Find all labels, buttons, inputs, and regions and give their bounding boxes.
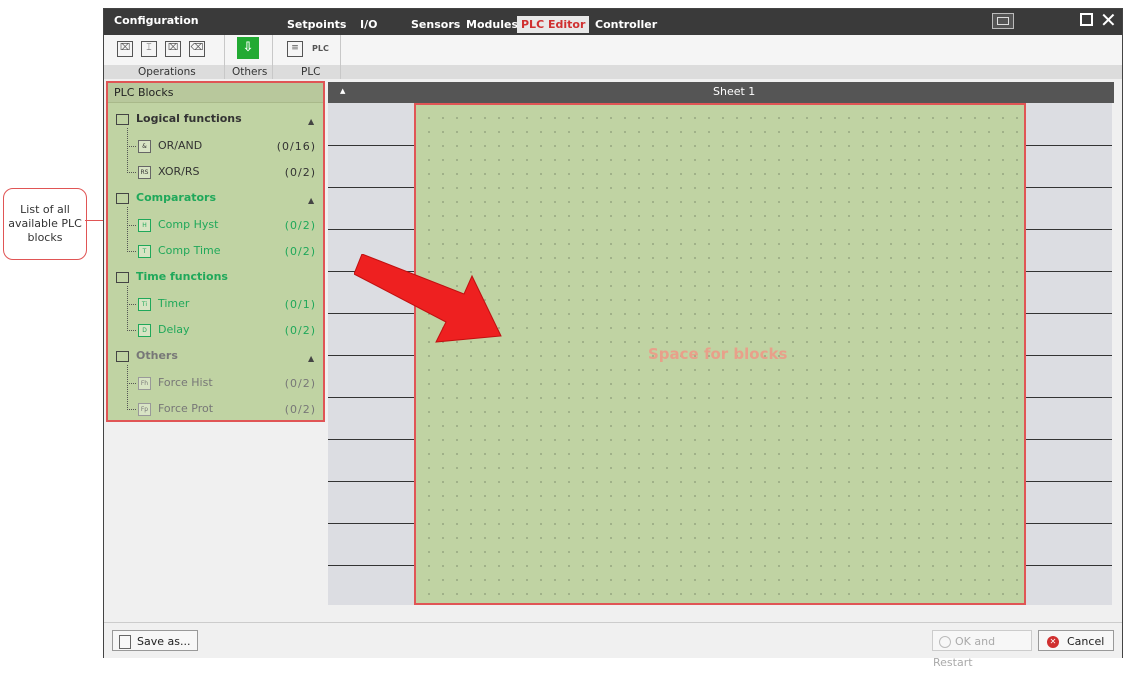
block-count: (0/2) bbox=[284, 377, 316, 390]
plc-blocks-panel: PLC Blocks Logical functions ▲ & OR/AND (… bbox=[106, 81, 325, 422]
group-label: Comparators bbox=[136, 191, 217, 204]
group-label-plc: PLC bbox=[301, 66, 321, 78]
group-label: Time functions bbox=[136, 270, 228, 283]
remove-icon[interactable]: ⌧ bbox=[165, 41, 181, 57]
cancel-icon: ✕ bbox=[1047, 636, 1059, 648]
others-icon[interactable]: ⇩ bbox=[237, 37, 259, 59]
block-count: (0/2) bbox=[284, 324, 316, 337]
tab-io[interactable]: I/O bbox=[360, 18, 377, 31]
ok-icon bbox=[939, 636, 951, 648]
save-label: Save as... bbox=[137, 635, 191, 648]
delete-icon[interactable]: ⌫ bbox=[189, 41, 205, 57]
block-icon: D bbox=[138, 323, 151, 337]
block-force-hist[interactable]: Fh Force Hist bbox=[138, 376, 213, 390]
block-icon: H bbox=[138, 218, 151, 232]
group-comparators[interactable]: Comparators bbox=[116, 191, 216, 204]
block-count: (0/16) bbox=[276, 140, 316, 153]
bottom-bar: Save as... OK and Restart ✕ Cancel bbox=[104, 622, 1122, 669]
group-label: Others bbox=[136, 349, 178, 362]
callout-text: List of all available PLC blocks bbox=[8, 203, 82, 244]
callout-box: List of all available PLC blocks bbox=[3, 188, 87, 260]
tab-plc-editor[interactable]: PLC Editor bbox=[517, 16, 590, 33]
block-comp-hyst[interactable]: H Comp Hyst bbox=[138, 218, 218, 232]
window-title: Configuration bbox=[114, 14, 199, 27]
block-label: OR/AND bbox=[158, 139, 203, 152]
block-label: Timer bbox=[158, 297, 190, 310]
close-icon[interactable]: ✕ bbox=[1100, 9, 1117, 31]
title-bar: Configuration Setpoints I/O Sensors Modu… bbox=[104, 9, 1122, 35]
toolbar: ⌧ ⌶ ⌧ ⌫ ⇩ ≡ PLC bbox=[104, 35, 1122, 65]
sheet-header: ▲ Sheet 1 bbox=[328, 82, 1114, 103]
save-icon bbox=[119, 635, 131, 649]
cancel-button[interactable]: ✕ Cancel bbox=[1038, 630, 1114, 651]
block-timer[interactable]: Ti Timer bbox=[138, 297, 189, 311]
tab-sensors[interactable]: Sensors bbox=[411, 18, 460, 31]
restore-icon[interactable] bbox=[992, 13, 1014, 29]
folder-icon bbox=[116, 113, 129, 125]
tab-controller[interactable]: Controller bbox=[595, 18, 657, 31]
collapse-icon[interactable]: ▲ bbox=[308, 117, 314, 126]
block-count: (0/1) bbox=[284, 298, 316, 311]
maximize-icon[interactable] bbox=[1080, 13, 1093, 26]
block-delay[interactable]: D Delay bbox=[138, 323, 190, 337]
block-icon: Fp bbox=[138, 402, 151, 416]
tab-setpoints[interactable]: Setpoints bbox=[287, 18, 346, 31]
block-icon: T bbox=[138, 244, 151, 258]
group-others[interactable]: Others bbox=[116, 349, 178, 362]
block-label: Force Prot bbox=[158, 402, 214, 415]
add-block-icon[interactable]: ⌧ bbox=[117, 41, 133, 57]
collapse-icon[interactable]: ▲ bbox=[340, 87, 345, 95]
insert-icon[interactable]: ⌶ bbox=[141, 41, 157, 57]
block-label: Comp Time bbox=[158, 244, 221, 257]
block-count: (0/2) bbox=[284, 403, 316, 416]
save-as-button[interactable]: Save as... bbox=[112, 630, 198, 651]
block-icon: RS bbox=[138, 165, 151, 179]
block-label: XOR/RS bbox=[158, 165, 200, 178]
space-label: Space for blocks bbox=[648, 345, 788, 363]
toolbar-separator bbox=[224, 35, 225, 79]
block-count: (0/2) bbox=[284, 219, 316, 232]
folder-icon bbox=[116, 271, 129, 283]
group-logical-functions[interactable]: Logical functions bbox=[116, 112, 242, 125]
block-force-prot[interactable]: Fp Force Prot bbox=[138, 402, 213, 416]
block-label: Delay bbox=[158, 323, 190, 336]
red-arrow-icon bbox=[354, 254, 502, 343]
block-icon: & bbox=[138, 139, 151, 153]
group-label: Logical functions bbox=[136, 112, 242, 125]
block-label: Comp Hyst bbox=[158, 218, 219, 231]
block-label: Force Hist bbox=[158, 376, 213, 389]
block-count: (0/2) bbox=[284, 245, 316, 258]
folder-icon bbox=[116, 192, 129, 204]
toolbar-separator bbox=[272, 35, 273, 79]
sheet-title: Sheet 1 bbox=[713, 85, 756, 98]
output-column bbox=[1026, 103, 1112, 605]
tab-modules[interactable]: Modules bbox=[466, 18, 518, 31]
collapse-icon[interactable]: ▲ bbox=[308, 354, 314, 363]
block-comp-time[interactable]: T Comp Time bbox=[138, 244, 221, 258]
list-icon[interactable]: ≡ bbox=[287, 41, 303, 57]
plc-check-icon[interactable]: PLC bbox=[312, 41, 329, 57]
folder-icon bbox=[116, 350, 129, 362]
block-or-and[interactable]: & OR/AND bbox=[138, 139, 202, 153]
group-label-others: Others bbox=[232, 66, 268, 78]
toolbar-separator bbox=[340, 35, 341, 79]
configuration-window: Configuration Setpoints I/O Sensors Modu… bbox=[103, 8, 1123, 669]
block-count: (0/2) bbox=[284, 166, 316, 179]
group-time-functions[interactable]: Time functions bbox=[116, 270, 228, 283]
block-xor-rs[interactable]: RS XOR/RS bbox=[138, 165, 199, 179]
panel-title: PLC Blocks bbox=[108, 83, 323, 103]
block-icon: Fh bbox=[138, 376, 151, 390]
block-icon: Ti bbox=[138, 297, 151, 311]
toolbar-labels: Operations Others PLC bbox=[104, 65, 1122, 79]
collapse-icon[interactable]: ▲ bbox=[308, 196, 314, 205]
cancel-label: Cancel bbox=[1067, 635, 1105, 648]
group-label-operations: Operations bbox=[138, 66, 196, 78]
ok-restart-button[interactable]: OK and Restart bbox=[932, 630, 1032, 669]
